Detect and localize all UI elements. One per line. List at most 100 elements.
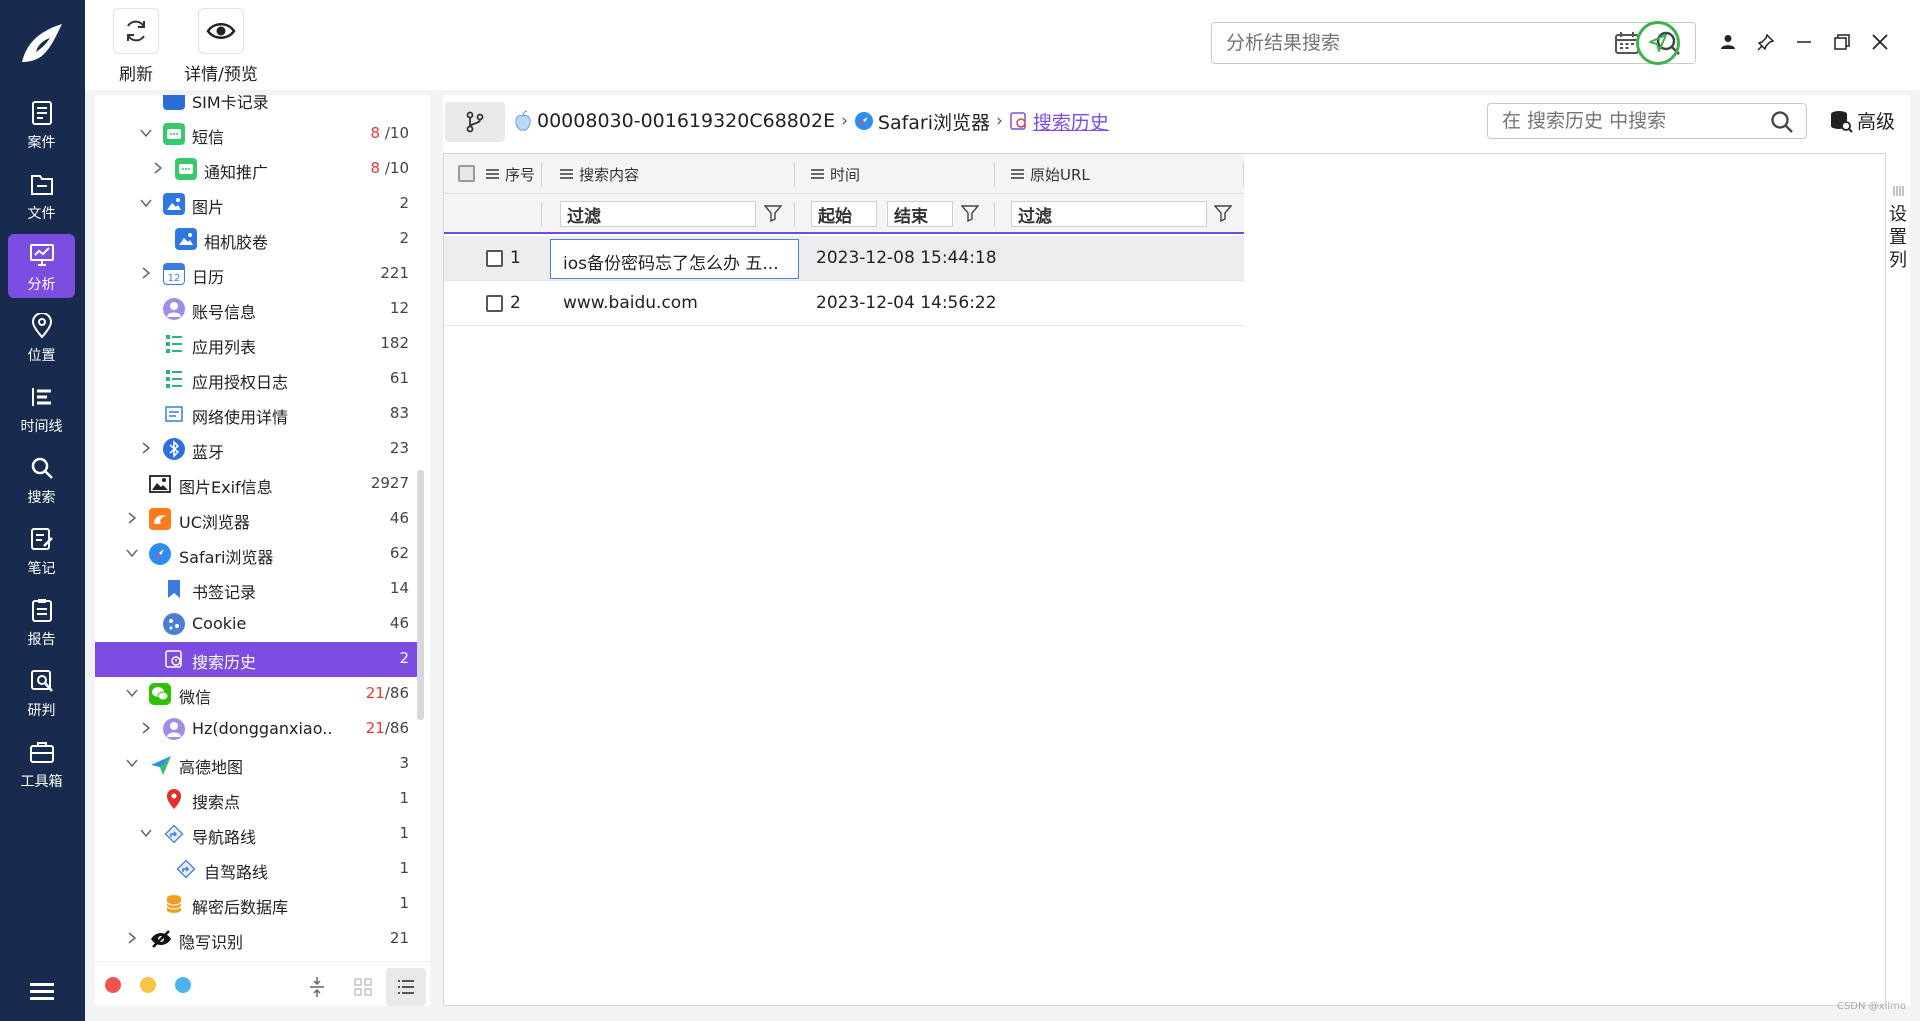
column-menu-icon[interactable]	[811, 169, 824, 179]
yellow-dot-icon[interactable]	[140, 977, 156, 993]
url-filter-input[interactable]	[1011, 201, 1207, 227]
tree-item-network[interactable]: 网络使用详情 83	[95, 397, 417, 432]
nav-location[interactable]: 位置	[8, 305, 75, 369]
grid-view-button[interactable]	[343, 968, 383, 1006]
breadcrumb-current[interactable]: 搜索历史	[1033, 108, 1109, 135]
inner-search-input[interactable]	[1488, 104, 1748, 138]
chevron-right-icon[interactable]	[139, 441, 153, 455]
minimize-button[interactable]	[1792, 30, 1816, 54]
restore-button[interactable]	[1830, 30, 1854, 54]
nav-analysis[interactable]: 分析	[8, 234, 75, 298]
column-header-content[interactable]: 搜索内容	[560, 154, 639, 194]
tree-item-sms[interactable]: 短信 8 /10	[95, 117, 417, 152]
row-checkbox[interactable]	[486, 295, 503, 312]
collapse-all-button[interactable]	[297, 968, 337, 1006]
row-content[interactable]: ios备份密码忘了怎么办 五...	[550, 239, 799, 279]
breadcrumb-device[interactable]: 00008030-001619320C68802E	[537, 110, 835, 132]
chevron-right-icon[interactable]	[151, 161, 165, 175]
nav-note[interactable]: 笔记	[8, 518, 75, 582]
list-view-button[interactable]	[386, 968, 426, 1006]
nav-toolbox[interactable]: 工具箱	[8, 731, 75, 795]
chevron-right-icon[interactable]	[139, 721, 153, 735]
branch-button[interactable]	[445, 102, 505, 142]
toolbox-icon	[30, 742, 54, 763]
nav-judge[interactable]: 研判	[8, 660, 75, 724]
tree-item-bookmark[interactable]: 书签记录 14	[95, 572, 417, 607]
time-start-filter-input[interactable]	[811, 201, 877, 227]
nav-file[interactable]: 文件	[8, 163, 75, 227]
tree-item-account[interactable]: 账号信息 12	[95, 292, 417, 327]
tree-item-exif[interactable]: 图片Exif信息 2927	[95, 467, 417, 502]
blue-dot-icon[interactable]	[175, 977, 191, 993]
refresh-button[interactable]: 刷新	[111, 8, 161, 85]
tree-item-app-auth-log[interactable]: 应用授权日志 61	[95, 362, 417, 397]
column-menu-icon[interactable]	[560, 169, 573, 179]
row-checkbox[interactable]	[486, 250, 503, 267]
tree-item-safari[interactable]: Safari浏览器 62	[95, 537, 417, 572]
nav-timeline[interactable]: 时间线	[8, 376, 75, 440]
tree-item-calendar[interactable]: 12 日历 221	[95, 257, 417, 292]
tree-item-cookie[interactable]: Cookie 46	[95, 607, 417, 642]
tree-item-uc-browser[interactable]: UC浏览器 46	[95, 502, 417, 537]
column-menu-icon[interactable]	[1011, 169, 1024, 179]
chevron-down-icon[interactable]	[139, 126, 153, 140]
chevron-right-icon[interactable]	[125, 511, 139, 525]
red-dot-icon[interactable]	[105, 977, 121, 993]
tree-item-count: 46	[389, 509, 409, 527]
nav-report[interactable]: 报告	[8, 589, 75, 653]
user-button[interactable]	[1716, 30, 1740, 54]
table-row[interactable]: 1 ios备份密码忘了怎么办 五... 2023-12-08 15:44:18	[444, 236, 1244, 281]
chevron-down-icon[interactable]	[139, 196, 153, 210]
chevron-down-icon[interactable]	[139, 826, 153, 840]
tree-item-wechat-account[interactable]: Hz(dongganxiao... 21/86	[95, 712, 417, 747]
chevron-down-icon[interactable]	[125, 686, 139, 700]
select-all-checkbox[interactable]	[458, 165, 475, 182]
pin-button[interactable]	[1754, 30, 1778, 54]
preview-button[interactable]: 详情/预览	[173, 8, 269, 85]
chevron-down-icon[interactable]	[125, 756, 139, 770]
settings-column-button[interactable]: 设置列	[1885, 153, 1910, 1006]
column-divider[interactable]	[1243, 162, 1244, 186]
column-header-index[interactable]: 序号	[486, 154, 535, 194]
tree-item-search-point[interactable]: 搜索点 1	[95, 782, 417, 817]
filter-icon[interactable]	[1214, 204, 1232, 222]
chevron-right-icon[interactable]	[139, 266, 153, 280]
search-icon[interactable]	[1770, 110, 1794, 134]
filter-icon[interactable]	[764, 204, 782, 222]
tree-item-amap[interactable]: 高德地图 3	[95, 747, 417, 782]
tree-item-decrypted-db[interactable]: 解密后数据库 1	[95, 887, 417, 922]
content-filter-input[interactable]	[560, 201, 756, 227]
tree-item-sim[interactable]: SIM卡记录	[95, 95, 417, 117]
tree-item-notify[interactable]: 通知推广 8 /10	[95, 152, 417, 187]
column-header-url[interactable]: 原始URL	[1011, 154, 1090, 194]
column-menu-icon[interactable]	[486, 169, 499, 179]
table-row[interactable]: 2 www.baidu.com 2023-12-04 14:56:22	[444, 281, 1244, 326]
breadcrumb-app[interactable]: Safari浏览器	[878, 108, 990, 135]
nav-case[interactable]: 案件	[8, 92, 75, 156]
filter-icon[interactable]	[961, 204, 979, 222]
tree-item-nav-route[interactable]: 导航路线 1	[95, 817, 417, 852]
tree-item-app-list[interactable]: 应用列表 182	[95, 327, 417, 362]
chevron-down-icon[interactable]	[125, 546, 139, 560]
close-button[interactable]	[1868, 30, 1892, 54]
tree-item-count: 23	[389, 439, 409, 457]
tree-item-search-history[interactable]: 搜索历史 2	[95, 642, 417, 677]
nav-search[interactable]: 搜索	[8, 447, 75, 511]
send-button[interactable]	[1636, 21, 1680, 65]
tree-item-wechat[interactable]: 微信 21/86	[95, 677, 417, 712]
tree-item-stego[interactable]: 隐写识别 21	[95, 922, 417, 957]
tree-item-self-drive[interactable]: 自驾路线 1	[95, 852, 417, 887]
advanced-search-button[interactable]: 高级	[1829, 107, 1895, 134]
tree-item-bluetooth[interactable]: 蓝牙 23	[95, 432, 417, 467]
time-end-filter-input[interactable]	[887, 201, 953, 227]
chevron-right-icon[interactable]	[125, 931, 139, 945]
tree-item-image[interactable]: 图片 2	[95, 187, 417, 222]
column-divider[interactable]	[541, 162, 542, 186]
menu-icon[interactable]	[28, 980, 56, 1002]
tree-scrollbar[interactable]	[417, 470, 424, 720]
column-divider[interactable]	[794, 162, 795, 186]
tree-item-camera-roll[interactable]: 相机胶卷 2	[95, 222, 417, 257]
analysis-search-input[interactable]	[1212, 23, 1512, 63]
column-divider[interactable]	[994, 162, 995, 186]
column-header-time[interactable]: 时间	[811, 154, 860, 194]
